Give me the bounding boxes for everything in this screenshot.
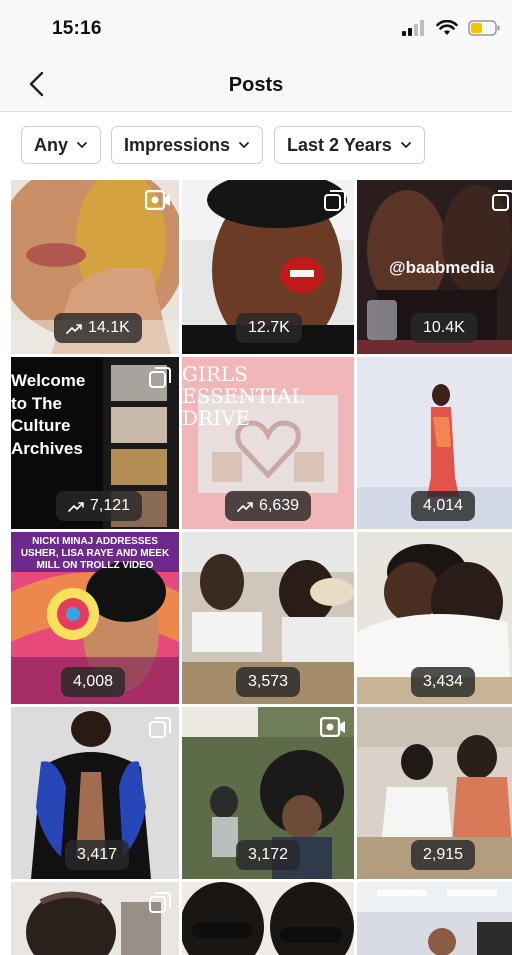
nav-bar: Posts [0,58,512,112]
impressions-pill: 3,172 [236,840,301,870]
filter-type-label: Any [34,134,69,155]
impressions-pill: 4,008 [61,667,126,697]
status-icons [402,20,500,36]
impressions-count: 3,172 [248,846,289,863]
signal-icon [402,20,424,36]
impressions-pill: 2,915 [411,840,476,870]
status-time: 15:16 [52,18,102,39]
post-thumbnail-2[interactable]: 12.7K [182,180,354,354]
trending-up-icon [68,502,84,512]
impressions-count: 4,014 [423,497,464,514]
trending-up-icon [237,502,253,512]
status-bar: 15:16 [0,0,512,58]
posts-grid: 14.1K 12.7K @baabmedia 10.4K Welcome to … [0,180,512,955]
multiple-posts-icon [149,367,171,388]
filter-period-dropdown[interactable]: Last 2 Years [274,126,425,164]
post-thumbnail-13[interactable] [11,882,179,955]
post-overlay-text: @baabmedia [389,258,495,277]
page-title: Posts [228,74,284,96]
multiple-posts-icon [492,190,512,211]
multiple-posts-icon [149,892,171,913]
post-thumbnail-12[interactable]: 2,915 [357,707,512,879]
chevron-down-icon [77,142,87,148]
post-thumbnail-15[interactable] [357,882,512,955]
impressions-count: 10.4K [423,319,465,336]
impressions-pill: 3,417 [65,840,130,870]
post-thumbnail-14[interactable] [182,882,354,955]
post-image [182,882,354,955]
post-overlay-text: Welcome to The Culture Archives [11,371,86,458]
impressions-count: 3,434 [423,673,464,690]
trending-up-icon [66,324,82,334]
post-image [357,882,512,955]
impressions-pill: 14.1K [54,313,142,343]
impressions-pill: 3,573 [236,667,301,697]
filter-metric-dropdown[interactable]: Impressions [111,126,264,164]
impressions-count: 3,573 [248,673,289,690]
filter-metric-label: Impressions [124,134,231,155]
impressions-count: 4,008 [73,673,114,690]
impressions-count: 12.7K [248,319,290,336]
impressions-count: 7,121 [90,497,131,514]
impressions-pill: 12.7K [236,313,302,343]
post-thumbnail-3[interactable]: @baabmedia 10.4K [357,180,512,354]
battery-icon [468,20,500,36]
impressions-pill: 4,014 [411,491,476,521]
impressions-pill: 6,639 [225,491,312,521]
impressions-pill: 10.4K [411,313,477,343]
post-thumbnail-11[interactable]: 3,172 [182,707,354,879]
post-thumbnail-9[interactable]: 3,434 [357,532,512,704]
post-thumbnail-4[interactable]: Welcome to The Culture Archives 7,121 [11,357,179,529]
impressions-count: 6,639 [259,497,300,514]
filter-type-dropdown[interactable]: Any [21,126,102,164]
post-thumbnail-6[interactable]: 4,014 [357,357,512,529]
impressions-pill: 7,121 [56,491,143,521]
video-icon [320,717,345,737]
filter-bar: Any Impressions Last 2 Years [0,112,512,180]
post-thumbnail-7[interactable]: NICKI MINAJ ADDRESSES USHER, LISA RAYE A… [11,532,179,704]
filter-period-label: Last 2 Years [287,134,392,155]
post-overlay-text: NICKI MINAJ ADDRESSES USHER, LISA RAYE A… [20,536,170,571]
impressions-count: 2,915 [423,846,464,863]
multiple-posts-icon [149,717,171,738]
impressions-count: 14.1K [88,319,130,336]
chevron-down-icon [400,142,411,148]
post-thumbnail-1[interactable]: 14.1K [11,180,179,354]
video-icon [145,190,170,210]
post-thumbnail-8[interactable]: 3,573 [182,532,354,704]
post-overlay-text: GIRLS ESSENTIAL DRIVE [182,362,305,430]
post-thumbnail-10[interactable]: 3,417 [11,707,179,879]
post-thumbnail-5[interactable]: GIRLS ESSENTIAL DRIVE 6,639 [182,357,354,529]
wifi-icon [436,20,458,35]
chevron-down-icon [239,142,249,148]
impressions-count: 3,417 [77,846,118,863]
impressions-pill: 3,434 [411,667,476,697]
multiple-posts-icon [324,190,346,211]
